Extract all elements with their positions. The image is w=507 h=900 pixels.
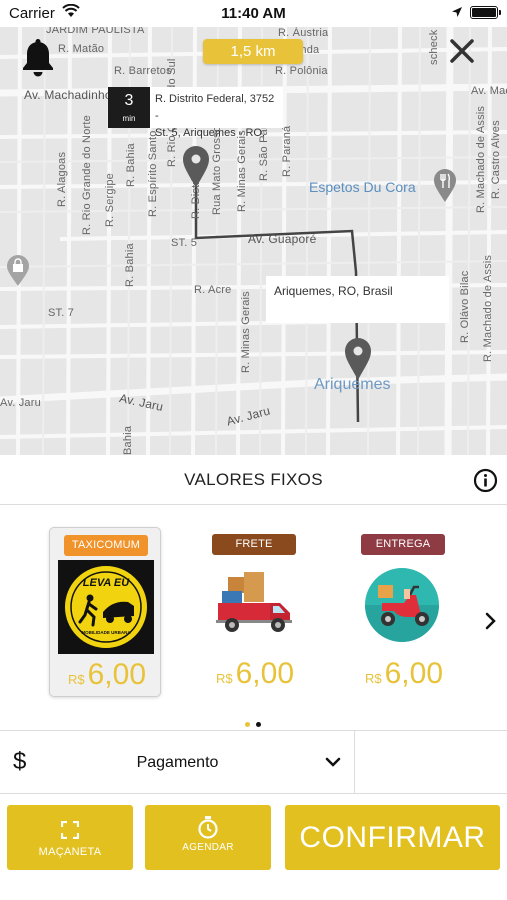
street-label: R. Machado de Assis (482, 254, 494, 362)
origin-address[interactable]: R. Distrito Federal, 3752 - St. 5, Ariqu… (150, 87, 283, 139)
street-label: Bahia (122, 425, 134, 455)
clock: 11:40 AM (221, 5, 286, 22)
service-price: R$ 6,00 (216, 657, 294, 691)
close-icon[interactable] (449, 38, 475, 64)
poi-label: Espetos Du Cora (309, 179, 416, 195)
payment-row[interactable]: $ Pagamento (0, 730, 507, 794)
location-arrow-icon (452, 7, 462, 17)
distance-badge: 1,5 km (203, 39, 303, 64)
street-label: R. Bahia (124, 243, 136, 287)
street-label: JARDIM PAULISTA (46, 27, 145, 36)
price-value: 6,00 (235, 657, 295, 690)
service-badge: ENTREGA (361, 534, 445, 555)
price-value: 6,00 (384, 657, 444, 690)
pagination-dot-active[interactable] (245, 722, 250, 727)
street-label: R. Olávo Bilac (459, 270, 471, 344)
confirm-label: CONFIRMAR (299, 821, 486, 854)
street-label: Av. Guaporé (248, 232, 317, 246)
schedule-button[interactable]: AGENDAR (145, 805, 271, 870)
price-value: 6,00 (87, 658, 147, 691)
street-label: R. Rio Grande do Norte (81, 115, 93, 235)
currency-label: R$ (365, 671, 382, 686)
payment-select[interactable]: Pagamento (0, 754, 355, 772)
svg-text:LEVA EU: LEVA EU (83, 577, 131, 589)
service-price: R$ 6,00 (68, 658, 146, 692)
chevron-right-icon[interactable] (484, 612, 496, 630)
service-badge: FRETE (212, 534, 296, 555)
eta-value: 3 (124, 92, 134, 109)
street-label: R. Machado de Assis (475, 105, 487, 213)
street-label: R. Áustria (278, 27, 329, 39)
origin-address-line: St. 5, Ariquemes - RO, (155, 127, 266, 139)
destination-pin-icon[interactable] (344, 337, 372, 381)
service-badge: TAXICOMUM (64, 535, 148, 556)
restaurant-pin-icon (434, 169, 456, 202)
pagination-dot[interactable] (256, 722, 261, 727)
service-carousel: TAXICOMUM LEVA EU MOBILIDADE URBANA R$ 6,… (0, 505, 507, 730)
app-screen: Carrier 11:40 AM JARDIM PAULISTA R. Matã… (0, 0, 507, 900)
chevron-down-icon[interactable] (325, 756, 341, 768)
street-label: R. Minas Gerais (240, 291, 252, 373)
street-label: ST. 7 (48, 307, 75, 319)
leva-eu-logo: LEVA EU MOBILIDADE URBANA (58, 560, 154, 654)
eta-box: 3 min (108, 87, 150, 128)
street-label: Av. Jaru (0, 397, 41, 409)
stopwatch-icon (198, 816, 218, 839)
street-label: R. Barretos (114, 65, 172, 77)
fixed-values-header: VALORES FIXOS (0, 455, 507, 505)
street-label: R. Paraná (281, 125, 293, 177)
divider (354, 731, 355, 794)
handle-label: MAÇANETA (38, 846, 102, 858)
destination-address[interactable]: Ariquemes, RO, Brasil (266, 276, 449, 323)
expand-icon (61, 821, 79, 839)
street-label: scheck (428, 29, 440, 65)
origin-pin-icon[interactable] (182, 145, 210, 189)
street-label: R. Minas Gerais (236, 130, 248, 212)
street-label: R. Matão (58, 43, 105, 55)
handle-button[interactable]: MAÇANETA (7, 805, 133, 870)
shop-pin-icon (7, 255, 29, 286)
service-price: R$ 6,00 (365, 657, 443, 691)
section-title: VALORES FIXOS (184, 470, 323, 489)
map-view[interactable]: JARDIM PAULISTA R. Matão R. Áustria Hola… (0, 27, 507, 455)
street-label: R. Polônia (275, 65, 328, 77)
info-icon[interactable] (473, 468, 498, 493)
origin-address-line: R. Distrito Federal, 3752 - (155, 93, 275, 122)
street-label: R. Espírito Santo (147, 130, 159, 217)
service-card-taxicomum[interactable]: TAXICOMUM LEVA EU MOBILIDADE URBANA R$ 6,… (49, 527, 161, 697)
bell-icon[interactable] (21, 37, 55, 77)
street-label: R. Acre (194, 284, 232, 296)
delivery-scooter-icon (365, 568, 439, 642)
service-card-frete[interactable]: FRETE R$ 6,00 (198, 527, 310, 697)
service-card-entrega[interactable]: ENTREGA R$ 6,00 (347, 527, 459, 697)
truck-icon (216, 572, 292, 632)
eta-unit: min (122, 114, 136, 123)
street-label: R. Sergipe (104, 173, 116, 227)
confirm-button[interactable]: CONFIRMAR (285, 805, 500, 870)
currency-label: R$ (216, 671, 233, 686)
street-label: ST. 5 (171, 237, 198, 249)
street-label: R. Bahia (125, 143, 137, 187)
schedule-label: AGENDAR (182, 842, 234, 853)
status-bar: Carrier 11:40 AM (0, 0, 507, 27)
street-label: R. Alagoas (56, 151, 68, 207)
street-label: Av. Machadinho (24, 88, 112, 102)
street-label: R. Castro Alves (490, 120, 502, 199)
svg-text:MOBILIDADE URBANA: MOBILIDADE URBANA (81, 630, 131, 635)
street-label: Av. Machadinho (471, 85, 507, 97)
battery-icon (470, 6, 501, 19)
currency-label: R$ (68, 672, 85, 687)
